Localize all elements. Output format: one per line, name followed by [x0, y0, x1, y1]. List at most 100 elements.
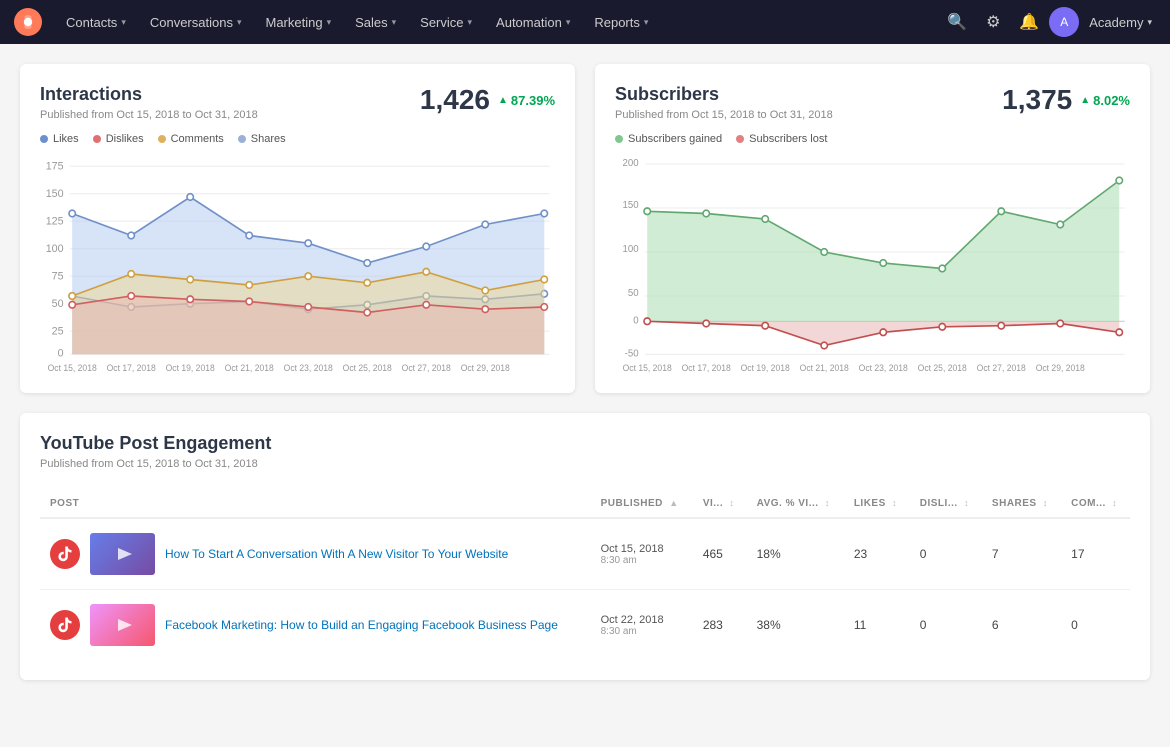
chevron-down-icon: ▾	[121, 17, 126, 28]
svg-text:150: 150	[623, 200, 640, 211]
settings-icon[interactable]: ⚙	[977, 6, 1009, 38]
search-icon[interactable]: 🔍	[941, 6, 973, 38]
hubspot-logo[interactable]	[12, 6, 44, 38]
svg-text:Oct 25, 2018: Oct 25, 2018	[918, 363, 967, 373]
svg-text:Oct 19, 2018: Oct 19, 2018	[166, 363, 215, 373]
sort-icon: ↕	[729, 498, 734, 508]
svg-text:Oct 15, 2018: Oct 15, 2018	[623, 363, 672, 373]
likes-cell-1: 11	[844, 590, 910, 661]
legend-comments: Comments	[158, 133, 224, 145]
avg-view-cell-1: 38%	[747, 590, 844, 661]
dislikes-cell-0: 0	[910, 518, 982, 590]
table-header-row: POST PUBLISHED ▲ VI... ↕ AVG. % VI... ↕	[40, 490, 1130, 518]
youtube-engagement-card: YouTube Post Engagement Published from O…	[20, 413, 1150, 680]
nav-reports[interactable]: Reports ▾	[584, 0, 658, 44]
table-row: How To Start A Conversation With A New V…	[40, 518, 1130, 590]
notifications-icon[interactable]: 🔔	[1013, 6, 1045, 38]
nav-automation[interactable]: Automation ▾	[486, 0, 580, 44]
svg-text:50: 50	[52, 298, 64, 310]
col-dislikes[interactable]: DISLI... ↕	[910, 490, 982, 518]
col-views[interactable]: VI... ↕	[693, 490, 747, 518]
svg-text:Oct 27, 2018: Oct 27, 2018	[402, 363, 451, 373]
avg-view-cell-0: 18%	[747, 518, 844, 590]
likes-cell-0: 23	[844, 518, 910, 590]
svg-text:150: 150	[46, 188, 64, 200]
col-shares[interactable]: SHARES ↕	[982, 490, 1061, 518]
platform-icon	[50, 539, 80, 569]
shares-cell-1: 6	[982, 590, 1061, 661]
up-arrow-icon: ▲	[498, 95, 508, 106]
dislikes-dot	[93, 135, 101, 143]
chevron-down-icon: ▾	[644, 17, 649, 28]
interactions-chart: 175 150 125 100 75 50 25 0	[40, 153, 555, 373]
svg-text:50: 50	[628, 288, 639, 299]
svg-text:175: 175	[46, 160, 64, 172]
chevron-down-icon: ▾	[327, 17, 332, 28]
comments-cell-0: 17	[1061, 518, 1130, 590]
published-date: Oct 15, 2018	[601, 543, 683, 555]
svg-text:Oct 21, 2018: Oct 21, 2018	[225, 363, 274, 373]
interactions-title: Interactions	[40, 84, 258, 105]
views-cell-1: 283	[693, 590, 747, 661]
svg-text:Oct 17, 2018: Oct 17, 2018	[682, 363, 731, 373]
svg-text:25: 25	[52, 325, 64, 337]
nav-sales[interactable]: Sales ▾	[345, 0, 406, 44]
post-cell-0: How To Start A Conversation With A New V…	[40, 518, 591, 590]
comments-dot	[158, 135, 166, 143]
gained-dot	[615, 135, 623, 143]
sort-icon: ↕	[892, 498, 897, 508]
avatar[interactable]: A	[1049, 7, 1079, 37]
youtube-subtitle: Published from Oct 15, 2018 to Oct 31, 2…	[40, 458, 1130, 470]
sort-icon: ↕	[1112, 498, 1117, 508]
sort-icon: ↕	[964, 498, 969, 508]
published-time: 8:30 am	[601, 626, 683, 637]
post-title-link[interactable]: How To Start A Conversation With A New V…	[165, 547, 508, 561]
engagement-table: POST PUBLISHED ▲ VI... ↕ AVG. % VI... ↕	[40, 490, 1130, 660]
comments-cell-1: 0	[1061, 590, 1130, 661]
svg-text:Oct 15, 2018: Oct 15, 2018	[48, 363, 97, 373]
svg-text:Oct 19, 2018: Oct 19, 2018	[741, 363, 790, 373]
sort-icon: ▲	[669, 498, 678, 508]
published-cell-0: Oct 15, 2018 8:30 am	[591, 518, 693, 590]
published-cell-1: Oct 22, 2018 8:30 am	[591, 590, 693, 661]
nav-conversations[interactable]: Conversations ▾	[140, 0, 252, 44]
chevron-down-icon: ▾	[468, 17, 473, 28]
col-post: POST	[40, 490, 591, 518]
chevron-down-icon: ▾	[392, 17, 397, 28]
youtube-title: YouTube Post Engagement	[40, 433, 1130, 454]
post-title-link[interactable]: Facebook Marketing: How to Build an Enga…	[165, 618, 558, 632]
col-published[interactable]: PUBLISHED ▲	[591, 490, 693, 518]
col-likes[interactable]: LIKES ↕	[844, 490, 910, 518]
legend-shares: Shares	[238, 133, 286, 145]
nav-contacts[interactable]: Contacts ▾	[56, 0, 136, 44]
chevron-down-icon: ▾	[1147, 17, 1152, 28]
post-cell-1: Facebook Marketing: How to Build an Enga…	[40, 590, 591, 661]
legend-lost: Subscribers lost	[736, 133, 827, 145]
account-menu[interactable]: Academy ▾	[1083, 15, 1158, 30]
nav-service[interactable]: Service ▾	[410, 0, 482, 44]
svg-text:125: 125	[46, 215, 64, 227]
sort-icon: ↕	[825, 498, 830, 508]
svg-text:Oct 25, 2018: Oct 25, 2018	[343, 363, 392, 373]
chevron-down-icon: ▾	[237, 17, 242, 28]
likes-dot	[40, 135, 48, 143]
nav-icon-group: 🔍 ⚙ 🔔 A Academy ▾	[941, 6, 1158, 38]
svg-text:Oct 17, 2018: Oct 17, 2018	[107, 363, 156, 373]
nav-marketing[interactable]: Marketing ▾	[255, 0, 341, 44]
col-comments[interactable]: COM... ↕	[1061, 490, 1130, 518]
subscribers-value: 1,375	[1002, 84, 1072, 116]
subscribers-change: ▲ 8.02%	[1080, 93, 1130, 108]
views-cell-0: 465	[693, 518, 747, 590]
interactions-change: ▲ 87.39%	[498, 93, 555, 108]
interactions-value: 1,426	[420, 84, 490, 116]
subscribers-metric: 1,375 ▲ 8.02%	[1002, 84, 1130, 116]
main-content: Interactions Published from Oct 15, 2018…	[0, 44, 1170, 700]
subscribers-legend: Subscribers gained Subscribers lost	[615, 133, 1130, 145]
subscribers-title: Subscribers	[615, 84, 833, 105]
published-date: Oct 22, 2018	[601, 614, 683, 626]
post-thumbnail	[90, 533, 155, 575]
top-navigation: Contacts ▾ Conversations ▾ Marketing ▾ S…	[0, 0, 1170, 44]
metrics-cards-row: Interactions Published from Oct 15, 2018…	[20, 64, 1150, 393]
col-avg-view[interactable]: AVG. % VI... ↕	[747, 490, 844, 518]
interactions-card: Interactions Published from Oct 15, 2018…	[20, 64, 575, 393]
